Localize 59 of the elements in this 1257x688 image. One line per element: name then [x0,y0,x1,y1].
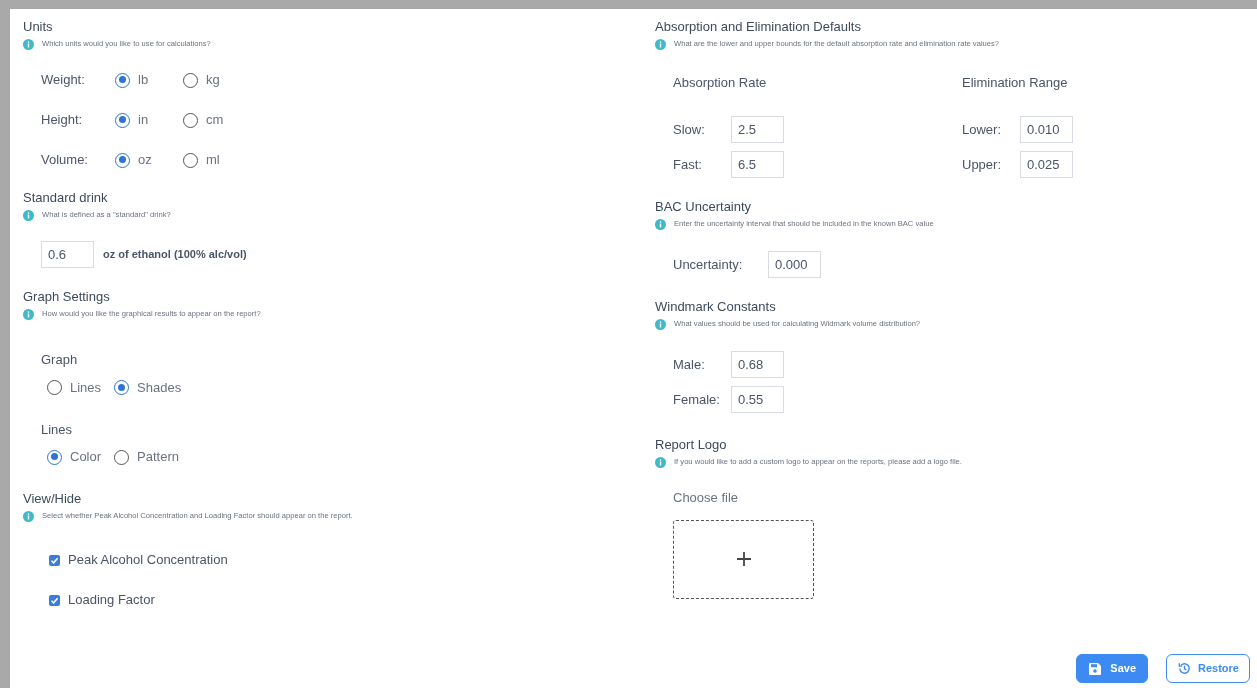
option-label[interactable]: ml [206,150,220,170]
section-title: Absorption and Elimination Defaults [655,19,862,35]
field-label: Female: [673,390,721,409]
restore-button[interactable]: Restore [1166,654,1250,683]
option-label[interactable]: Shades [137,377,182,398]
checkbox[interactable] [49,554,60,566]
text-field[interactable]: 6.5 [731,151,784,178]
text-field[interactable]: 2.5 [731,116,784,143]
option-label[interactable]: lb [138,70,149,90]
text-field[interactable]: 0.6 [41,241,94,268]
save-button[interactable]: Save [1076,654,1149,683]
checkbox-label[interactable]: Peak Alcohol Concentration [68,550,228,570]
text-field[interactable]: 0.55 [731,386,784,413]
field-label: Volume: [41,151,89,170]
info-icon [23,38,34,50]
option-label[interactable]: in [138,110,149,130]
file-label: Choose file [672,489,740,507]
info-icon [655,38,666,50]
info-icon [655,456,666,468]
field-label: Slow: [673,120,706,139]
file-drop-zone[interactable] [673,519,814,599]
option-label[interactable]: Color [70,447,102,467]
group-label: Graph [40,351,79,369]
option-label[interactable]: Lines [70,377,102,398]
plus-icon [735,551,752,567]
option-label[interactable]: kg [206,70,220,90]
history-icon [1177,661,1193,676]
column-heading: Absorption Rate [672,74,768,92]
checkbox-label[interactable]: Loading Factor [68,590,155,610]
section-title: Graph Settings [23,289,111,305]
section-title: Standard drink [23,190,109,206]
section-title: Report Logo [655,437,728,453]
field-label: Upper: [962,155,1003,174]
option-label[interactable]: cm [206,110,224,130]
field-label: Height: [41,111,84,130]
section-title: Units [23,19,54,35]
field-label: Fast: [673,155,703,174]
column-heading: Elimination Range [962,74,1069,92]
text-field[interactable]: 0.010 [1020,116,1073,143]
info-icon [655,318,666,330]
text-field[interactable]: 0.000 [768,251,821,278]
section-title: BAC Uncertainty [655,199,753,215]
option-label[interactable]: oz [138,150,152,170]
text-field[interactable]: 0.68 [731,351,784,378]
info-icon [655,218,666,230]
text-field[interactable]: 0.025 [1020,151,1073,178]
info-icon [23,308,34,320]
option-label[interactable]: Pattern [137,447,179,467]
field-label: Uncertainty: [673,255,744,274]
checkbox[interactable] [49,594,60,606]
unit-label: oz of ethanol (100% alc/vol) [103,247,247,263]
section-title: View/Hide [23,491,83,507]
info-icon [23,510,34,522]
field-label: Weight: [41,71,86,90]
group-label: Lines [40,420,74,439]
field-label: Lower: [962,120,1003,139]
section-title: Windmark Constants [655,299,777,315]
field-label: Male: [673,355,706,374]
info-icon [23,209,34,221]
